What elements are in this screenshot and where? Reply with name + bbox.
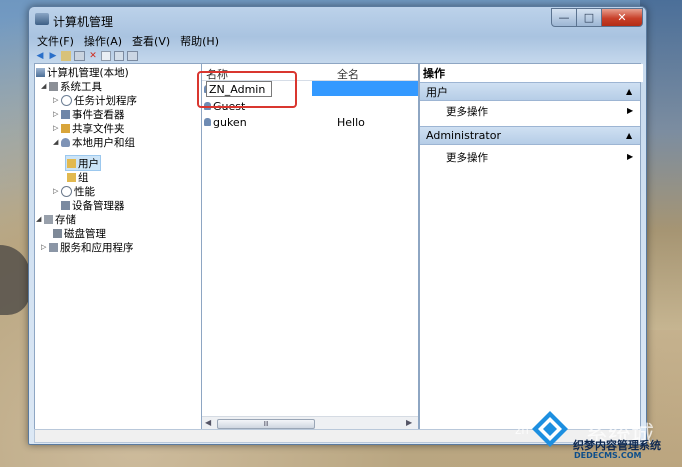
actions-title: 操作 (420, 64, 643, 82)
event-log-icon (61, 109, 70, 119)
tree-item-root[interactable]: 计算机管理(本地) (36, 65, 129, 79)
export-icon[interactable] (114, 51, 124, 61)
expand-icon[interactable]: ▷ (53, 96, 61, 104)
performance-icon (61, 185, 72, 197)
user-fullname: Hello (337, 115, 365, 129)
actions-pane: 操作 用户 ▲ 更多操作 ▶ Administrator ▲ 更多操作 ▶ (419, 63, 643, 430)
menu-help[interactable]: 帮助(H) (180, 33, 219, 49)
computer-management-icon (35, 13, 49, 25)
row-selection (312, 81, 418, 96)
maximize-button[interactable]: □ (576, 8, 602, 27)
tree-item-device-manager[interactable]: 设备管理器 (61, 198, 125, 212)
collapse-icon[interactable]: ◢ (41, 82, 49, 90)
collapse-up-icon[interactable]: ▲ (626, 87, 632, 96)
users-icon (61, 137, 70, 147)
disk-icon (53, 228, 62, 238)
back-icon[interactable]: ◀ (35, 51, 45, 61)
services-icon (49, 242, 58, 252)
close-button[interactable]: ✕ (601, 8, 643, 27)
user-list: 名称 全名 ZN_Admin Guest guken Hello ◀ Ⅲ ▶ (197, 63, 419, 430)
user-icon (204, 118, 211, 126)
tree-item-task-scheduler[interactable]: ▷ 任务计划程序 (53, 93, 137, 107)
menu-file[interactable]: 文件(F) (37, 33, 74, 49)
minimize-button[interactable]: — (551, 8, 577, 27)
tree-item-shared-folders[interactable]: ▷ 共享文件夹 (53, 121, 125, 135)
tree-item-local-users-groups[interactable]: ◢ 本地用户和组 (53, 135, 135, 149)
more-actions-administrator[interactable]: 更多操作 (446, 150, 488, 164)
horizontal-scrollbar[interactable]: ◀ Ⅲ ▶ (202, 416, 418, 430)
tree-item-system-tools[interactable]: ◢ 系统工具 (41, 79, 102, 93)
action-section-users[interactable]: 用户 ▲ (420, 82, 640, 101)
device-manager-icon (61, 200, 70, 210)
folder-icon (67, 172, 76, 182)
submenu-arrow-icon[interactable]: ▶ (627, 152, 633, 161)
clock-icon (61, 94, 72, 106)
tree-item-users[interactable]: 用户 (67, 156, 99, 170)
xitongcheng-logo-icon (532, 411, 568, 447)
tools-icon (49, 81, 58, 91)
expand-icon[interactable]: ▷ (53, 124, 61, 132)
collapse-icon[interactable]: ◢ (36, 215, 44, 223)
expand-icon[interactable]: ▷ (41, 243, 49, 251)
watermark-zh: zh (515, 423, 529, 437)
table-row[interactable]: guken (204, 115, 247, 129)
menu-action[interactable]: 操作(A) (84, 33, 122, 49)
tree-item-event-viewer[interactable]: ▷ 事件查看器 (53, 107, 125, 121)
highlight-annotation (197, 71, 297, 108)
scroll-right-icon[interactable]: ▶ (406, 418, 412, 427)
menu-view[interactable]: 查看(V) (132, 33, 170, 49)
computer-management-window: 计算机管理 — □ ✕ 文件(F) 操作(A) 查看(V) 帮助(H) ◀ ▶ … (28, 6, 647, 445)
expand-icon[interactable]: ▷ (53, 110, 61, 118)
shared-folder-icon (61, 123, 70, 133)
tree-item-services-apps[interactable]: ▷ 服务和应用程序 (41, 240, 134, 254)
console-tree: 计算机管理(本地) ◢ 系统工具 ▷ 任务计划程序 ▷ 事件查看器 ▷ 共享文件… (34, 63, 203, 430)
menu-bar: 文件(F) 操作(A) 查看(V) 帮助(H) (37, 33, 219, 49)
properties-icon[interactable] (74, 51, 85, 61)
computer-icon (36, 67, 45, 77)
tree-item-performance[interactable]: ▷ 性能 (53, 184, 95, 198)
user-name: guken (213, 115, 247, 129)
scrollbar-thumb[interactable]: Ⅲ (217, 419, 315, 429)
refresh-icon[interactable] (101, 51, 111, 61)
scroll-left-icon[interactable]: ◀ (205, 418, 211, 427)
title-bar[interactable]: 计算机管理 — □ ✕ (29, 7, 646, 31)
storage-icon (44, 214, 53, 224)
expand-icon[interactable]: ▷ (53, 187, 61, 195)
watermark-url: DEDECMS.COM (574, 451, 642, 460)
window-title: 计算机管理 (53, 15, 114, 29)
action-section-administrator[interactable]: Administrator ▲ (420, 126, 640, 145)
tree-item-disk-management[interactable]: 磁盘管理 (53, 226, 106, 240)
more-actions-users[interactable]: 更多操作 (446, 104, 488, 118)
up-icon[interactable] (61, 51, 71, 61)
collapse-icon[interactable]: ◢ (53, 138, 61, 146)
help-icon[interactable] (127, 51, 138, 61)
forward-icon[interactable]: ▶ (48, 51, 58, 61)
collapse-up-icon[interactable]: ▲ (626, 131, 632, 140)
tree-item-storage[interactable]: ◢ 存储 (36, 212, 76, 226)
folder-icon (67, 158, 76, 168)
tree-item-groups[interactable]: 组 (67, 170, 89, 184)
delete-icon[interactable]: ✕ (88, 51, 98, 61)
column-header-fullname[interactable]: 全名 (337, 66, 359, 82)
submenu-arrow-icon[interactable]: ▶ (627, 106, 633, 115)
toolbar: ◀ ▶ ✕ (35, 49, 138, 63)
